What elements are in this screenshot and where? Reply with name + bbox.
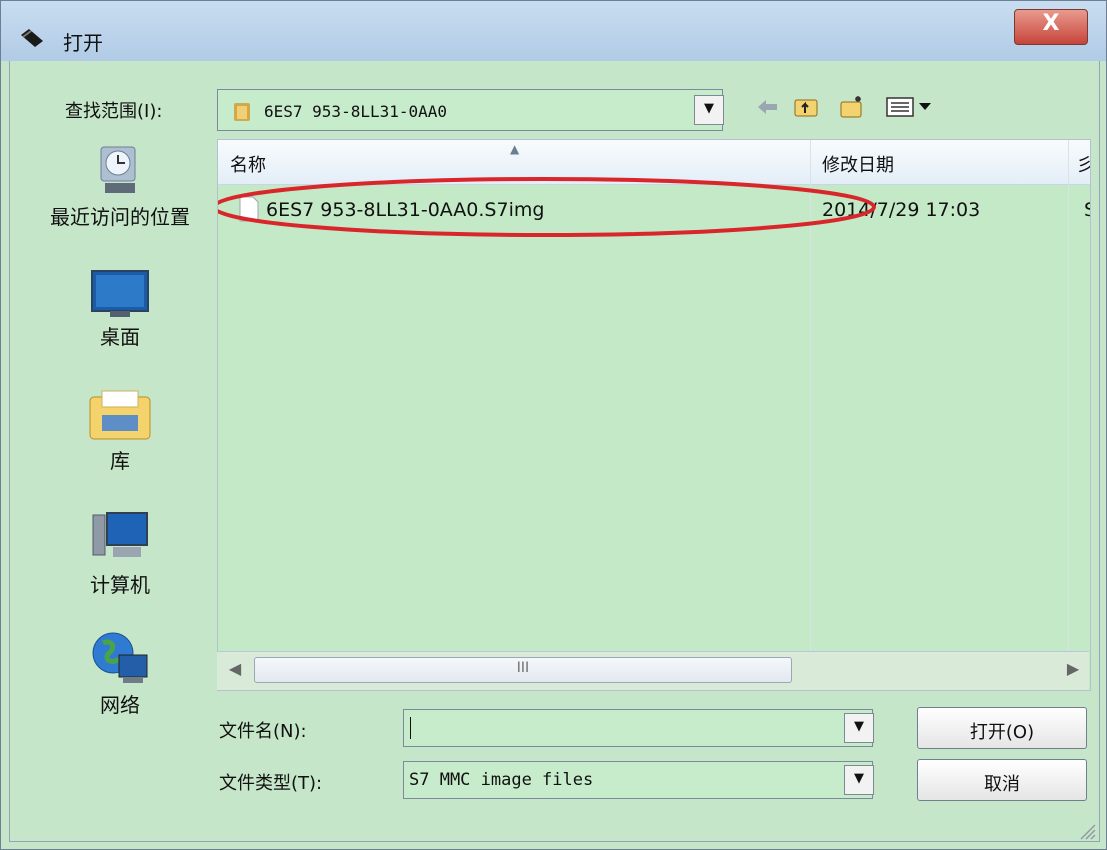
text-caret	[410, 717, 411, 739]
look-in-value: 6ES7 953-8LL31-0AA0	[264, 102, 448, 121]
place-label-recent: 最近访问的位置	[50, 205, 190, 229]
scroll-thumb-grip: III	[516, 660, 530, 676]
desktop-icon	[91, 270, 149, 317]
look-in-dropdown[interactable]: 6ES7 953-8LL31-0AA0 ▼	[217, 89, 724, 131]
title-bar[interactable]: 打开 X	[1, 1, 1106, 61]
back-arrow-icon[interactable]	[755, 94, 781, 120]
open-dialog: 打开 X 查找范围(I): 6ES7 953-8LL31-0AA0 ▼ 最近访问…	[0, 0, 1107, 850]
filetype-value: S7 MMC image files	[409, 770, 594, 790]
new-folder-icon[interactable]	[839, 94, 865, 120]
look-in-label: 查找范围(I):	[65, 101, 163, 122]
scroll-left-icon[interactable]: ◀	[225, 659, 245, 678]
sort-ascending-icon: ▲	[510, 142, 520, 156]
filename-label: 文件名(N):	[219, 721, 307, 742]
view-menu-icon[interactable]	[885, 94, 933, 120]
scroll-right-icon[interactable]: ▶	[1063, 659, 1083, 678]
open-button[interactable]: 打开(O)	[917, 707, 1087, 749]
place-label-desktop: 桌面	[100, 325, 140, 349]
window-title: 打开	[63, 31, 103, 55]
filename-dropdown-button[interactable]: ▼	[844, 713, 874, 743]
resize-grip-icon[interactable]	[1077, 821, 1097, 841]
cancel-button-label: 取消	[984, 774, 1020, 795]
chevron-down-icon: ▼	[704, 101, 714, 116]
place-recent[interactable]: 最近访问的位置	[45, 141, 195, 227]
cancel-button[interactable]: 取消	[917, 759, 1087, 801]
place-label-libraries: 库	[110, 449, 130, 473]
filetype-dropdown-button[interactable]: ▼	[844, 765, 874, 795]
open-button-label: 打开(O)	[969, 722, 1035, 743]
place-network[interactable]: 网络	[45, 629, 195, 715]
filename-input[interactable]: ▼	[403, 709, 874, 747]
column-header-date[interactable]: 修改日期	[822, 151, 894, 177]
libraries-icon	[89, 390, 151, 440]
chevron-down-icon: ▼	[854, 771, 864, 786]
filetype-label: 文件类型(T):	[219, 773, 323, 794]
open-file-icon	[21, 29, 43, 47]
computer-icon	[92, 512, 148, 557]
place-label-network: 网络	[100, 693, 140, 717]
column-header-extra[interactable]: 彡	[1076, 151, 1090, 177]
up-folder-icon[interactable]	[793, 94, 819, 120]
network-icon	[92, 632, 148, 683]
places-bar: 最近访问的位置 桌面 库 计算机 网络	[45, 139, 195, 749]
place-computer[interactable]: 计算机	[45, 509, 195, 595]
close-button[interactable]: X	[1014, 9, 1088, 45]
column-header-name[interactable]: 名称	[230, 151, 266, 177]
place-desktop[interactable]: 桌面	[45, 269, 195, 347]
look-in-dropdown-button[interactable]: ▼	[694, 95, 724, 125]
file-list[interactable]: ▲ 名称 修改日期 彡 6ES7 953-8LL31-0AA0.S7img 20…	[217, 139, 1091, 691]
filetype-dropdown[interactable]: S7 MMC image files ▼	[403, 761, 874, 799]
file-extra-column: S	[1084, 199, 1090, 221]
chevron-down-icon: ▼	[854, 719, 864, 734]
horizontal-scrollbar[interactable]: ◀ III ▶	[217, 651, 1089, 690]
close-icon: X	[1042, 11, 1060, 36]
folder-icon	[234, 103, 250, 121]
place-label-computer: 计算机	[90, 573, 150, 597]
scroll-thumb[interactable]: III	[254, 657, 792, 683]
highlight-annotation	[218, 177, 876, 237]
recent-places-icon	[100, 146, 136, 193]
place-libraries[interactable]: 库	[45, 389, 195, 471]
